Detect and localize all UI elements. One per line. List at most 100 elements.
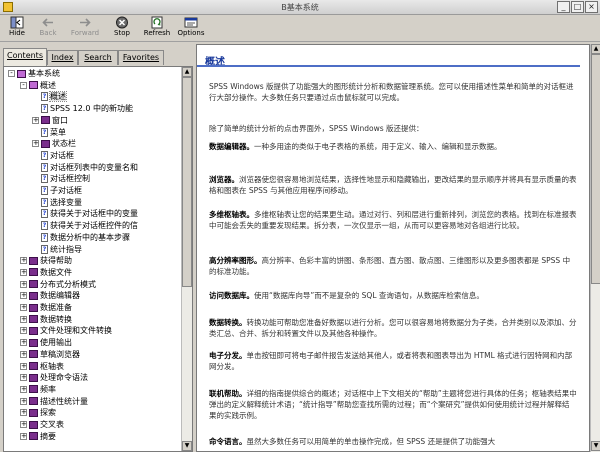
tree-item[interactable]: ? 获得关于对话框控件的信 xyxy=(41,221,138,231)
help-page-icon: ? xyxy=(41,162,48,172)
paragraph-text: 单击按钮即可将电子邮件报告发送给其他人，或者将表和图表导出为 HTML 格式进行… xyxy=(209,351,573,371)
tree-item[interactable]: + 草稿浏览器 xyxy=(20,350,80,360)
tree-item[interactable]: ? 菜单 xyxy=(41,127,66,138)
close-button[interactable]: × xyxy=(585,1,598,13)
tab-index[interactable]: Index xyxy=(47,50,78,65)
stop-button[interactable]: Stop xyxy=(107,15,137,42)
book-icon xyxy=(29,338,38,347)
tree-item-label: 对话框 xyxy=(50,150,74,160)
tree-item[interactable]: + 使用输出 xyxy=(20,338,72,348)
scroll-down-arrow[interactable]: ▼ xyxy=(182,441,192,451)
book-icon xyxy=(41,116,50,125)
tree-item[interactable]: - 概述 xyxy=(20,81,56,91)
book-icon xyxy=(29,373,38,382)
tree-item[interactable]: + 状态栏 xyxy=(32,139,76,149)
refresh-button[interactable]: Refresh xyxy=(142,15,172,42)
refresh-icon xyxy=(150,16,164,29)
topic-paragraph: 数据转换。转换功能可帮助您准备好数据以进行分析。您可以很容易地将数据分为子类，合… xyxy=(209,317,577,339)
toolbar: Hide Back Forward Stop Refresh Options xyxy=(0,15,600,42)
topic-scroll-thumb[interactable] xyxy=(591,54,600,284)
tree-item[interactable]: ? 获得关于对话框中的变量 xyxy=(41,209,138,219)
tree-item[interactable]: + 获得帮助 xyxy=(20,256,72,266)
options-button[interactable]: Options xyxy=(176,15,206,42)
expand-icon[interactable]: + xyxy=(32,116,39,124)
expand-icon[interactable]: + xyxy=(20,397,27,405)
expand-icon[interactable]: + xyxy=(20,350,27,358)
tab-favorites[interactable]: Favorites xyxy=(118,50,164,65)
expand-icon[interactable]: + xyxy=(20,409,27,417)
expand-icon[interactable]: + xyxy=(20,362,27,370)
expand-icon[interactable]: + xyxy=(20,339,27,347)
tree-item[interactable]: + 数据文件 xyxy=(20,268,72,278)
forward-button[interactable]: Forward xyxy=(70,15,100,42)
expand-icon[interactable]: + xyxy=(20,327,27,335)
tab-contents[interactable]: Contents xyxy=(3,48,47,66)
expand-icon[interactable]: + xyxy=(20,432,27,440)
paragraph-term: 命令语言。 xyxy=(209,437,247,446)
back-button[interactable]: Back xyxy=(33,15,63,42)
open-book-icon xyxy=(29,81,38,90)
tree-item[interactable]: ? 对话框 xyxy=(41,150,74,161)
topic-paragraph: 多维枢轴表。多维枢轴表让您的结果更生动。通过对行、列和层进行重新排列，浏览您的表… xyxy=(209,209,577,231)
scroll-up-arrow[interactable]: ▲ xyxy=(182,67,192,77)
maximize-button[interactable]: □ xyxy=(571,1,584,13)
tree-item[interactable]: + 处理命令语法 xyxy=(20,373,88,383)
tree-item[interactable]: - 基本系统 xyxy=(8,69,60,79)
tree-item[interactable]: + 分布式分析模式 xyxy=(20,280,96,290)
paragraph-term: 多维枢轴表。 xyxy=(209,210,254,219)
tree-item[interactable]: ? 对话框控制 xyxy=(41,174,90,184)
topic-scrollbar[interactable]: ▲ ▼ xyxy=(590,44,600,452)
topic-scroll-down-arrow[interactable]: ▼ xyxy=(591,441,600,451)
expand-icon[interactable]: + xyxy=(20,268,27,276)
tree-item[interactable]: + 窗口 xyxy=(32,116,68,126)
tree-item-label: 数据编辑器 xyxy=(40,291,80,301)
expand-icon[interactable]: + xyxy=(20,292,27,300)
expand-icon[interactable]: + xyxy=(20,374,27,382)
tree-item[interactable]: + 交叉表 xyxy=(20,420,64,430)
tree-item[interactable]: ? 对话框列表中的变量名和 xyxy=(41,162,138,173)
title-bar: B基本系统 _ □ × xyxy=(0,0,600,15)
collapse-icon[interactable]: - xyxy=(20,81,27,89)
minimize-button[interactable]: _ xyxy=(557,1,570,13)
tree-item[interactable]: ? 统计指导 xyxy=(41,244,82,255)
tree-item[interactable]: + 数据准备 xyxy=(20,303,72,313)
window-title: B基本系统 xyxy=(281,3,319,12)
tree-item[interactable]: + 探索 xyxy=(20,408,56,418)
contents-tree: - 基本系统 - 概述? 概述? SPSS 12.0 中的新功能 + 窗口? 菜单 + 状态栏? 对话… xyxy=(4,69,183,451)
expand-icon[interactable]: + xyxy=(20,421,27,428)
tree-item[interactable]: ? 选择变量 xyxy=(41,197,82,208)
expand-icon[interactable]: + xyxy=(20,257,27,265)
collapse-icon[interactable]: - xyxy=(8,70,15,77)
topic-scroll-up-arrow[interactable]: ▲ xyxy=(591,44,600,54)
hide-button[interactable]: Hide xyxy=(2,15,32,42)
tree-item[interactable]: + 摘要 xyxy=(20,432,56,442)
expand-icon[interactable]: + xyxy=(32,140,39,148)
tree-item-label: 对话框列表中的变量名和 xyxy=(50,162,138,172)
tree-item[interactable]: + 数据转换 xyxy=(20,315,72,325)
paragraph-text: 转换功能可帮助您准备好数据以进行分析。您可以很容易地将数据分为子类，合并类别以及… xyxy=(209,318,577,338)
expand-icon[interactable]: + xyxy=(20,280,27,288)
book-icon xyxy=(29,350,38,359)
expand-icon[interactable]: + xyxy=(20,315,27,323)
help-page-icon: ? xyxy=(41,232,48,242)
paragraph-text: SPSS Windows 版提供了功能强大的图形统计分析和数据管理系统。您可以使… xyxy=(209,82,574,102)
help-page-icon: ? xyxy=(41,174,48,184)
tab-search[interactable]: Search xyxy=(78,50,118,65)
book-icon xyxy=(29,420,38,429)
tree-item[interactable]: ? 子对话框 xyxy=(41,186,82,196)
paragraph-text: 多维枢轴表让您的结果更生动。通过对行、列和层进行重新排列，浏览您的表格。找到在标… xyxy=(209,210,577,230)
tree-item[interactable]: + 数据编辑器 xyxy=(20,291,80,301)
tree-item[interactable]: + 枢轴表 xyxy=(20,362,64,372)
expand-icon[interactable]: + xyxy=(20,385,27,393)
tree-item-label: 分布式分析模式 xyxy=(40,279,96,289)
tree-item[interactable]: + 描述性统计量 xyxy=(20,397,88,407)
tree-item[interactable]: ? 概述 xyxy=(41,91,67,103)
expand-icon[interactable]: + xyxy=(20,304,27,311)
tree-item[interactable]: ? 数据分析中的基本步骤 xyxy=(41,232,130,243)
tree-item[interactable]: ? SPSS 12.0 中的新功能 xyxy=(41,104,133,114)
scroll-thumb[interactable] xyxy=(182,77,192,287)
tree-item[interactable]: + 文件处理和文件转换 xyxy=(20,326,112,336)
paragraph-text: 一种多用途的类似于电子表格的系统，用于定义、输入、编辑和显示数据。 xyxy=(254,142,502,151)
contents-scrollbar[interactable]: ▲ ▼ xyxy=(181,67,192,451)
tree-item[interactable]: + 频率 xyxy=(20,385,56,395)
